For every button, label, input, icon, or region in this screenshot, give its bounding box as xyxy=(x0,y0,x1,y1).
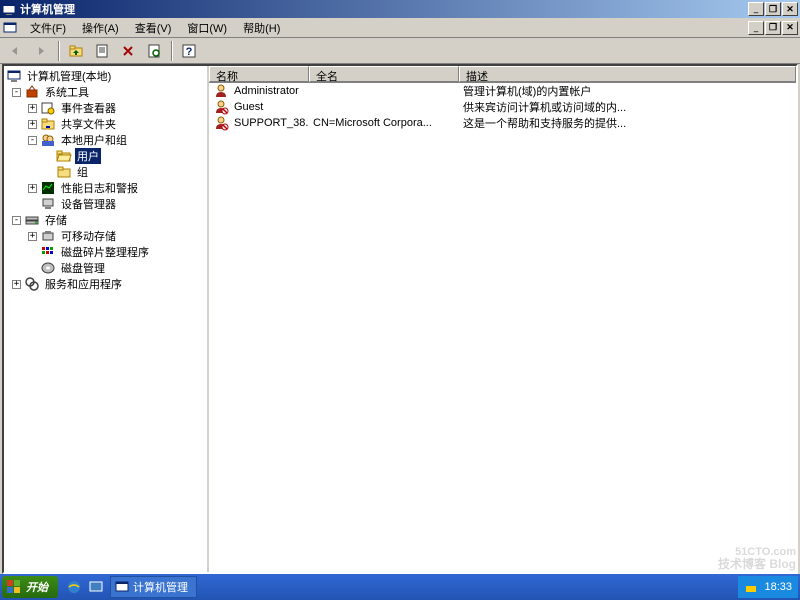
back-button[interactable] xyxy=(4,40,26,62)
list-item[interactable]: SUPPORT_38... CN=Microsoft Corpora... 这是… xyxy=(209,115,796,131)
tree-shared-folders[interactable]: + 共享文件夹 xyxy=(4,116,207,132)
menu-bar: 文件(F) 操作(A) 查看(V) 窗口(W) 帮助(H) _ ❐ ✕ xyxy=(0,18,800,38)
expand-icon[interactable]: + xyxy=(28,120,37,129)
defrag-icon xyxy=(40,244,56,260)
separator xyxy=(171,41,172,61)
main-area: 计算机管理(本地) - 系统工具 + 事件查看器 + 共享文件夹 - 本地用户和 xyxy=(2,64,798,574)
tree-pane[interactable]: 计算机管理(本地) - 系统工具 + 事件查看器 + 共享文件夹 - 本地用户和 xyxy=(4,66,209,572)
app-icon xyxy=(2,2,16,16)
app-icon xyxy=(115,580,129,594)
windows-logo-icon xyxy=(6,579,22,595)
tree-diskmgmt[interactable]: 磁盘管理 xyxy=(4,260,207,276)
tree-local-users[interactable]: - 本地用户和组 xyxy=(4,132,207,148)
start-button[interactable]: 开始 xyxy=(2,576,58,598)
system-tray[interactable]: 18:33 xyxy=(738,576,798,598)
device-icon xyxy=(40,196,56,212)
inner-minimize-button[interactable]: _ xyxy=(748,21,764,35)
restore-button[interactable]: ❐ xyxy=(765,2,781,16)
ie-icon[interactable] xyxy=(64,576,84,598)
menu-window[interactable]: 窗口(W) xyxy=(179,18,235,38)
clock: 18:33 xyxy=(764,581,792,593)
minimize-button[interactable]: _ xyxy=(748,2,764,16)
list-rows[interactable]: Administrator 管理计算机(域)的内置帐户 Guest 供来宾访问计… xyxy=(209,83,796,572)
tree-users[interactable]: 用户 xyxy=(4,148,207,164)
inner-close-button[interactable]: ✕ xyxy=(782,21,798,35)
list-item[interactable]: Guest 供来宾访问计算机或访问域的内... xyxy=(209,99,796,115)
expand-icon[interactable]: + xyxy=(28,184,37,193)
perf-icon xyxy=(40,180,56,196)
taskbar: 开始 计算机管理 18:33 xyxy=(0,574,800,600)
list-pane: 名称 全名 描述 Administrator 管理计算机(域)的内置帐户 Gue… xyxy=(209,66,796,572)
collapse-icon[interactable]: - xyxy=(28,136,37,145)
close-button[interactable]: ✕ xyxy=(782,2,798,16)
window-title: 计算机管理 xyxy=(20,1,748,17)
collapse-icon[interactable]: - xyxy=(12,88,21,97)
expand-icon[interactable]: + xyxy=(28,232,37,241)
up-button[interactable] xyxy=(65,40,87,62)
tree-storage[interactable]: - 存储 xyxy=(4,212,207,228)
tray-icon xyxy=(744,580,758,594)
help-button[interactable]: ? xyxy=(178,40,200,62)
col-desc[interactable]: 描述 xyxy=(459,66,796,82)
tree-defrag[interactable]: 磁盘碎片整理程序 xyxy=(4,244,207,260)
shared-icon xyxy=(40,116,56,132)
menu-view[interactable]: 查看(V) xyxy=(127,18,180,38)
expand-icon[interactable]: + xyxy=(28,104,37,113)
list-item[interactable]: Administrator 管理计算机(域)的内置帐户 xyxy=(209,83,796,99)
event-icon xyxy=(40,100,56,116)
services-icon xyxy=(24,276,40,292)
tree-perf-logs[interactable]: + 性能日志和警报 xyxy=(4,180,207,196)
tree-event-viewer[interactable]: + 事件查看器 xyxy=(4,100,207,116)
mmc-icon xyxy=(2,20,18,36)
separator xyxy=(58,41,59,61)
tree-removable[interactable]: + 可移动存储 xyxy=(4,228,207,244)
user-disabled-icon xyxy=(213,99,229,115)
col-fullname[interactable]: 全名 xyxy=(309,66,459,82)
tree-groups[interactable]: 组 xyxy=(4,164,207,180)
computer-icon xyxy=(6,68,22,84)
expand-icon[interactable]: + xyxy=(12,280,21,289)
svg-text:?: ? xyxy=(186,46,193,58)
folder-open-icon xyxy=(56,148,72,164)
delete-button[interactable] xyxy=(117,40,139,62)
menu-file[interactable]: 文件(F) xyxy=(22,18,74,38)
refresh-button[interactable] xyxy=(143,40,165,62)
collapse-icon[interactable]: - xyxy=(12,216,21,225)
tools-icon xyxy=(24,84,40,100)
desktop-icon[interactable] xyxy=(86,576,106,598)
forward-button[interactable] xyxy=(30,40,52,62)
removable-icon xyxy=(40,228,56,244)
folder-icon xyxy=(56,164,72,180)
tree-root[interactable]: 计算机管理(本地) xyxy=(4,68,207,84)
storage-icon xyxy=(24,212,40,228)
col-name[interactable]: 名称 xyxy=(209,66,309,82)
tree-device-manager[interactable]: 设备管理器 xyxy=(4,196,207,212)
tree-services[interactable]: + 服务和应用程序 xyxy=(4,276,207,292)
task-item[interactable]: 计算机管理 xyxy=(110,576,197,598)
quick-launch xyxy=(64,576,106,598)
disk-icon xyxy=(40,260,56,276)
column-headers: 名称 全名 描述 xyxy=(209,66,796,83)
properties-button[interactable] xyxy=(91,40,113,62)
toolbar: ? xyxy=(0,38,800,64)
inner-restore-button[interactable]: ❐ xyxy=(765,21,781,35)
user-disabled-icon xyxy=(213,115,229,131)
menu-help[interactable]: 帮助(H) xyxy=(235,18,288,38)
user-icon xyxy=(213,83,229,99)
users-icon xyxy=(40,132,56,148)
menu-action[interactable]: 操作(A) xyxy=(74,18,127,38)
tree-system-tools[interactable]: - 系统工具 xyxy=(4,84,207,100)
title-bar: 计算机管理 _ ❐ ✕ xyxy=(0,0,800,18)
